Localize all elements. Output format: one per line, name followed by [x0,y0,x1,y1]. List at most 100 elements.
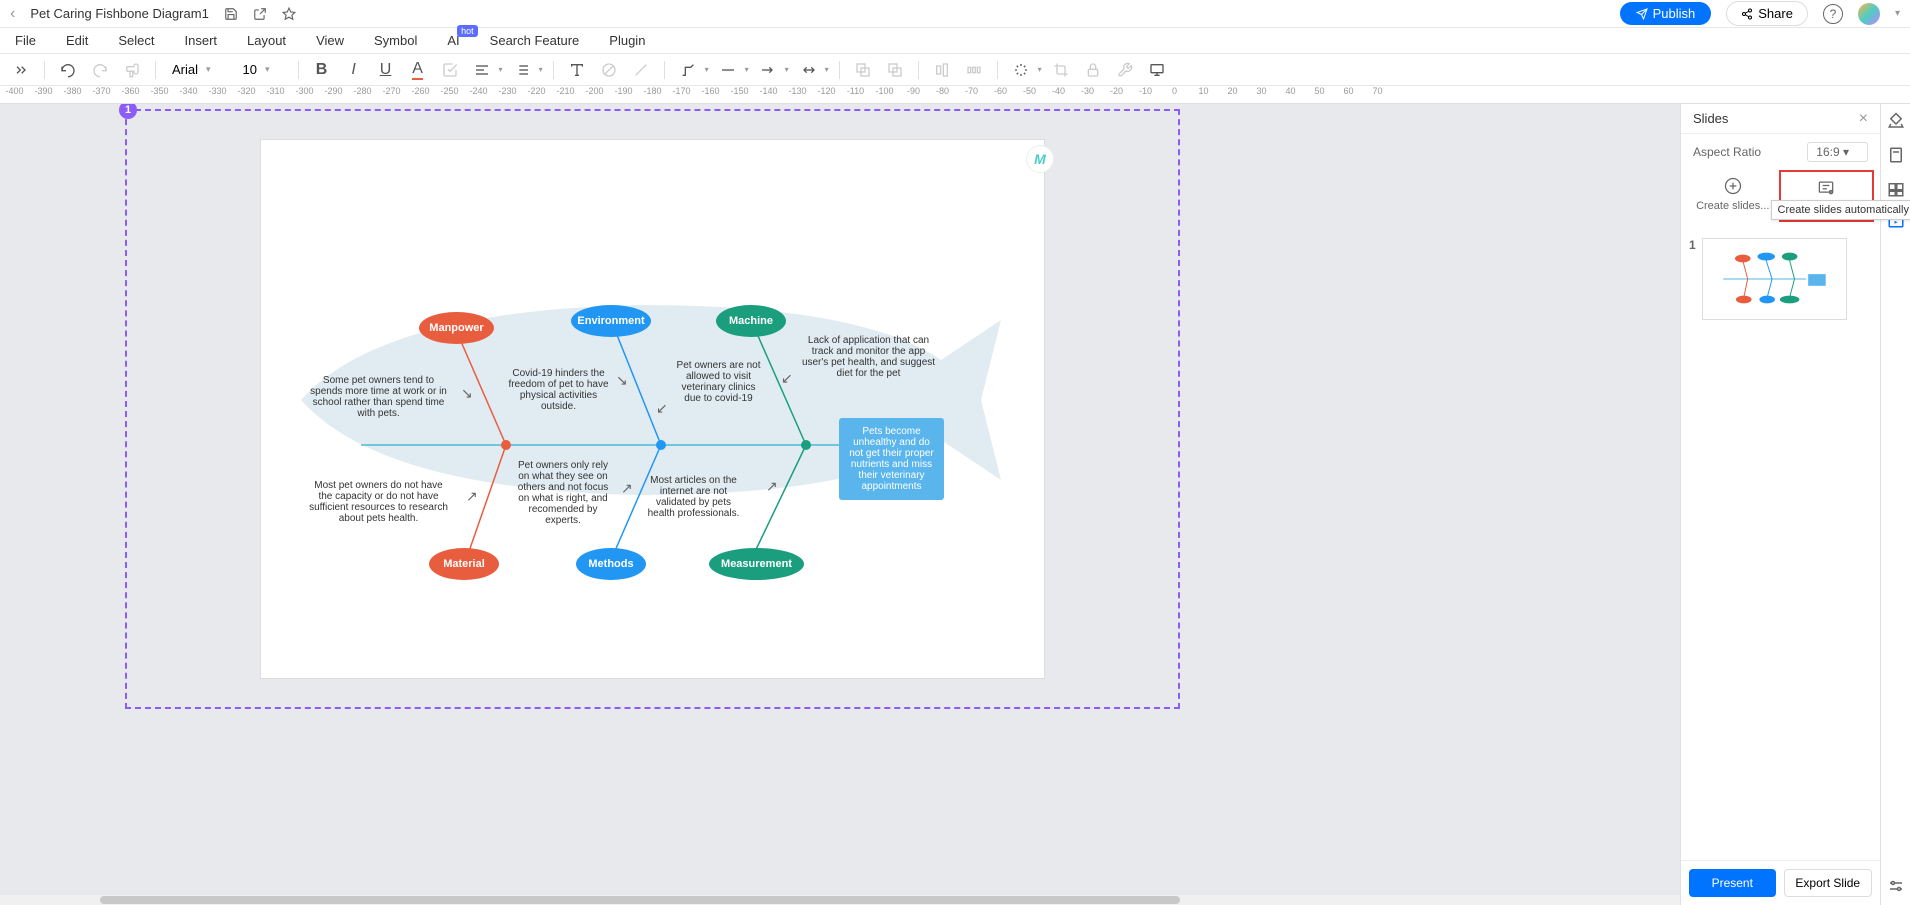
fill-icon[interactable] [1887,112,1905,130]
menu-search-feature[interactable]: Search Feature [490,33,580,48]
menu-view[interactable]: View [316,33,344,48]
cause-text-measurement[interactable]: Most articles on the internet are not va… [641,475,746,519]
export-slide-button[interactable]: Export Slide [1784,869,1873,897]
star-icon[interactable] [282,7,296,21]
back-button[interactable]: ‹ [10,5,15,23]
page-icon[interactable] [1887,146,1905,164]
hot-badge: hot [457,25,478,37]
slide-thumbnail[interactable]: 1 [1689,238,1872,320]
cause-text-manpower[interactable]: Some pet owners tend to spends more time… [306,375,451,419]
layer-back-button[interactable] [882,57,908,83]
panel-title: Slides [1693,111,1728,126]
create-slides-auto-button[interactable]: Create slides Create slides automaticall… [1779,170,1875,222]
node-manpower[interactable]: Manpower [419,312,494,344]
align-objects-button[interactable] [929,57,955,83]
underline-button[interactable]: U [373,57,399,83]
text-tool-button[interactable] [564,57,590,83]
menu-ai[interactable]: AI hot [447,33,459,48]
bold-button[interactable]: B [309,57,335,83]
arrow-icon: ↙ [781,370,793,387]
align-button[interactable] [469,57,495,83]
arrow-start-dropdown-icon[interactable]: ▾ [785,65,789,74]
line-style-button[interactable] [715,57,741,83]
aspect-ratio-select[interactable]: 16:9 ▾ [1807,142,1868,162]
highlight-button[interactable] [437,57,463,83]
scrollbar-thumb[interactable] [100,896,1180,904]
arrow-start-button[interactable] [755,57,781,83]
slide-preview[interactable] [1702,238,1847,320]
redo-button[interactable] [87,57,113,83]
font-size-select[interactable]: 10 [237,60,288,79]
undo-button[interactable] [55,57,81,83]
presentation-button[interactable] [1144,57,1170,83]
arrow-icon: ↗ [621,480,633,497]
node-measurement[interactable]: Measurement [709,548,804,580]
font-select[interactable]: Arial [166,60,231,79]
node-methods[interactable]: Methods [576,548,646,580]
cause-text-material[interactable]: Most pet owners do not have the capacity… [306,480,451,524]
effects-button[interactable] [1008,57,1034,83]
effects-dropdown-icon[interactable]: ▾ [1038,65,1042,74]
menu-plugin[interactable]: Plugin [609,33,645,48]
tooltip: Create slides automatically [1771,200,1910,220]
create-slides-manual-button[interactable]: Create slides... [1687,170,1779,222]
canvas-area[interactable]: 1 M [0,104,1680,905]
connector-button[interactable] [675,57,701,83]
close-panel-icon[interactable]: × [1859,110,1868,128]
italic-button[interactable]: I [341,57,367,83]
line-style-dropdown-icon[interactable]: ▾ [745,65,749,74]
slide-canvas[interactable]: M [260,139,1045,679]
menu-edit[interactable]: Edit [66,33,88,48]
menu-layout[interactable]: Layout [247,33,286,48]
cause-text-machine1[interactable]: Pet owners are not allowed to visit vete… [676,360,761,404]
selection-handle[interactable]: 1 [119,104,137,119]
user-avatar[interactable] [1858,3,1880,25]
present-button[interactable]: Present [1689,869,1776,897]
plus-circle-icon [1723,176,1743,196]
font-color-button[interactable]: A [405,57,431,83]
lock-button[interactable] [1080,57,1106,83]
node-environment[interactable]: Environment [571,305,651,337]
distribute-button[interactable] [961,57,987,83]
result-box[interactable]: Pets become unhealthy and do not get the… [839,418,944,500]
menu-select[interactable]: Select [118,33,154,48]
connector-dropdown-icon[interactable]: ▾ [705,65,709,74]
expand-toolbar-icon[interactable] [8,57,34,83]
menu-symbol[interactable]: Symbol [374,33,417,48]
menu-file[interactable]: File [15,33,36,48]
fill-color-button[interactable] [596,57,622,83]
cause-text-machine2[interactable]: Lack of application that can track and m… [801,335,936,379]
avatar-dropdown-icon[interactable]: ▾ [1895,8,1900,19]
document-title: Pet Caring Fishbone Diagram1 [30,6,208,21]
arrow-icon: ↙ [656,400,668,417]
horizontal-ruler: -400-390-380-370-360-350-340-330-320-310… [0,86,1910,104]
auto-slides-icon [1816,178,1836,198]
slide-number: 1 [1689,238,1696,320]
arrow-icon: ↗ [466,488,478,505]
share-button[interactable]: Share [1726,1,1808,26]
tools-button[interactable] [1112,57,1138,83]
list-button[interactable] [509,57,535,83]
arrow-end-button[interactable] [795,57,821,83]
save-icon[interactable] [224,7,238,21]
cause-text-methods[interactable]: Pet owners only rely on what they see on… [513,460,613,526]
settings-rail-icon[interactable] [1887,877,1905,895]
arrow-icon: ↘ [616,372,628,389]
help-icon[interactable]: ? [1823,4,1843,24]
arrow-end-dropdown-icon[interactable]: ▾ [825,65,829,74]
export-icon[interactable] [253,7,267,21]
list-dropdown-icon[interactable]: ▾ [539,65,543,74]
menu-insert[interactable]: Insert [185,33,218,48]
node-material[interactable]: Material [429,548,499,580]
format-painter-icon[interactable] [119,57,145,83]
layer-front-button[interactable] [850,57,876,83]
fishbone-diagram[interactable]: Manpower Environment Machine Material Me… [281,220,1031,600]
layers-icon[interactable] [1887,180,1905,198]
align-dropdown-icon[interactable]: ▾ [499,65,503,74]
publish-button[interactable]: Publish [1620,2,1712,25]
cause-text-environment[interactable]: Covid-19 hinders the freedom of pet to h… [506,368,611,412]
crop-button[interactable] [1048,57,1074,83]
line-color-button[interactable] [628,57,654,83]
node-machine[interactable]: Machine [716,305,786,337]
horizontal-scrollbar[interactable] [0,895,1680,905]
